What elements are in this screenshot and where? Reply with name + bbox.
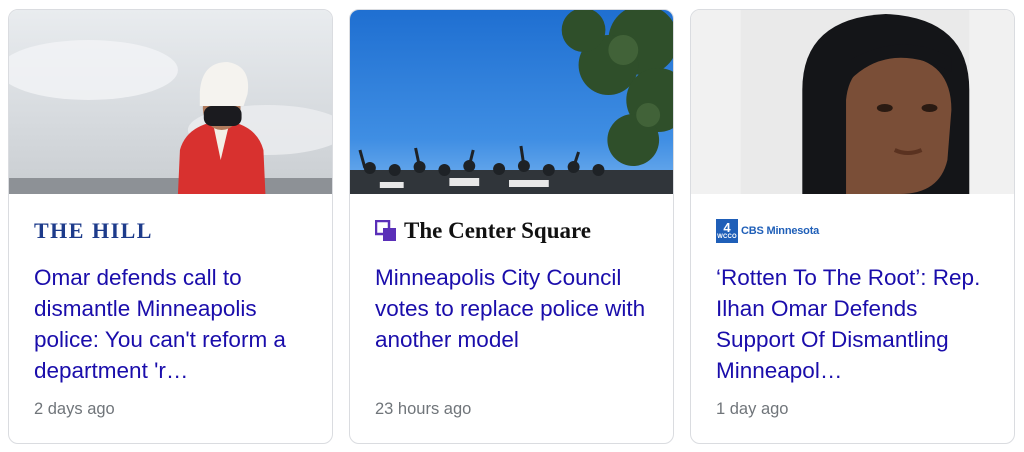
news-source: The Center Square [375,218,648,244]
news-carousel: THE HILL Omar defends call to dismantle … [0,0,1024,452]
timestamp: 2 days ago [34,400,115,418]
source-logo-cbs-minnesota: 4 WCCO CBS Minnesota [716,219,819,243]
timestamp: 1 day ago [716,400,789,418]
news-card[interactable]: THE HILL Omar defends call to dismantle … [8,9,333,444]
wcco-badge-icon: 4 WCCO [716,219,738,243]
news-source: THE HILL [34,218,307,244]
news-thumbnail[interactable] [350,10,673,194]
news-thumbnail[interactable] [9,10,332,194]
news-source: 4 WCCO CBS Minnesota [716,218,989,244]
source-name: The Center Square [404,218,591,243]
headline-link[interactable]: ‘Rotten To The Root’: Rep. Ilhan Omar De… [716,262,989,386]
thumbnail-image [350,10,673,194]
headline-link[interactable]: Omar defends call to dismantle Minneapol… [34,262,307,386]
source-logo-the-hill: THE HILL [34,218,153,243]
headline-link[interactable]: Minneapolis City Council votes to replac… [375,262,648,386]
source-name: CBS Minnesota [741,225,820,237]
source-logo-the-center-square: The Center Square [375,218,591,244]
news-thumbnail[interactable] [691,10,1014,194]
timestamp: 23 hours ago [375,400,472,418]
center-square-icon [375,220,396,241]
thumbnail-image [691,10,1014,194]
news-card[interactable]: 4 WCCO CBS Minnesota ‘Rotten To The Root… [690,9,1015,444]
thumbnail-image [9,10,332,194]
news-card[interactable]: The Center Square Minneapolis City Counc… [349,9,674,444]
